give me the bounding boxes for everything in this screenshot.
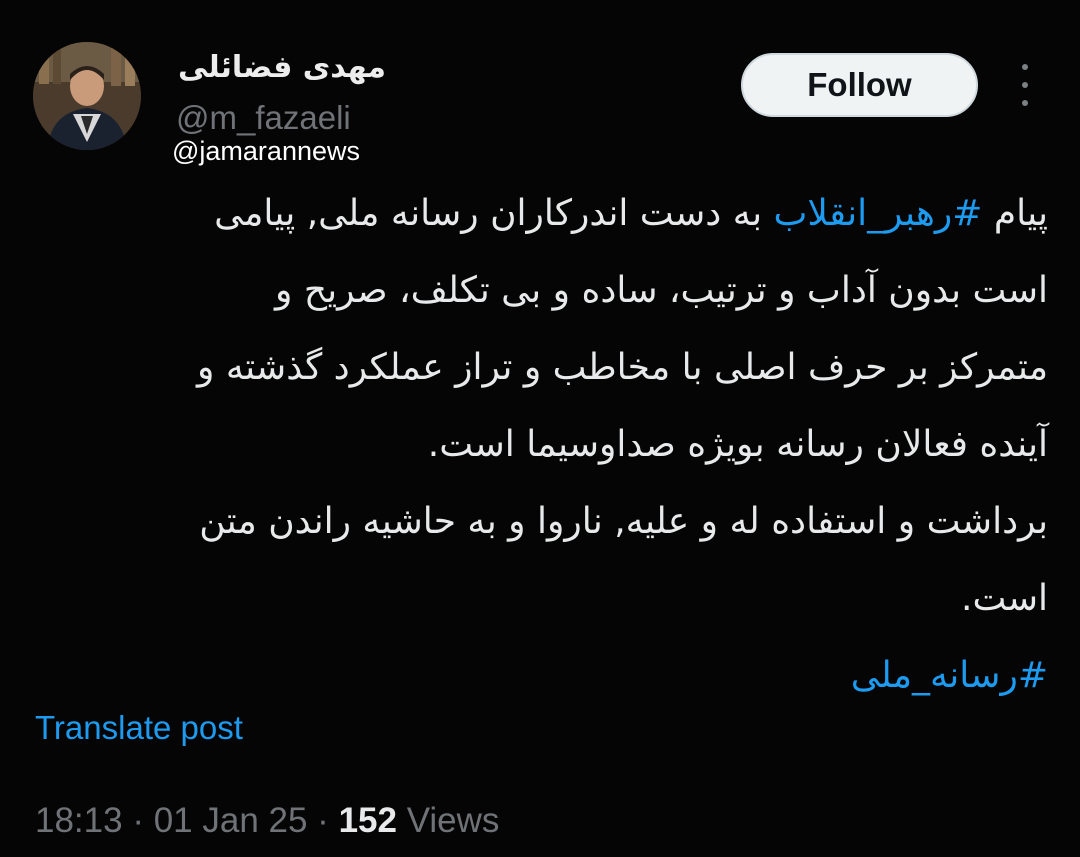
tweet-text: پیام #رهبر_انقلاب به دست اندرکاران رسانه… [30,175,1048,714]
views-label: Views [396,801,500,840]
tweet-line-6: است. [961,578,1048,619]
tweet-card: مهدی فضائلی @m_fazaeli @jamarannews Foll… [0,0,1080,857]
more-dot [1022,82,1028,88]
hashtag-link[interactable]: #رسانه_ملی [851,655,1048,696]
hashtag-link[interactable]: #رهبر_انقلاب [774,193,983,234]
tweet-text-segment: به دست اندرکاران رسانه ملی, پیامی [214,193,774,234]
more-dot [1022,100,1028,106]
tweet-time[interactable]: 18:13 [35,801,123,840]
tweet-meta: 18:13 · 01 Jan 25 · 152 Views [35,799,499,843]
tweet-line-5: برداشت و استفاده له و علیه, ناروا و به ح… [199,501,1048,542]
more-vertical-icon[interactable] [1013,64,1037,106]
author-avatar[interactable] [33,42,141,150]
views-count: 152 [338,801,397,840]
tweet-line-1: پیام #رهبر_انقلاب به دست اندرکاران رسانه… [30,175,1048,252]
tweet-line-4: آینده فعالان رسانه بویژه صداوسیما است. [427,424,1048,465]
tweet-date[interactable]: 01 Jan 25 [154,801,308,840]
tweet-line-7: #رسانه_ملی [30,637,1048,714]
avatar-photo [33,42,141,150]
follow-button[interactable]: Follow [741,53,978,117]
author-handle[interactable]: @m_fazaeli [176,98,351,138]
more-dot [1022,64,1028,70]
tweet-line-2: است بدون آداب و ترتیب، ساده و بی تکلف، ص… [275,270,1048,311]
meta-separator: · [122,801,154,840]
tweet-text-segment: پیام [982,193,1048,234]
watermark-text: @jamarannews [172,136,360,166]
meta-separator: · [307,801,339,840]
tweet-line-3: متمرکز بر حرف اصلی با مخاطب و تراز عملکر… [197,347,1048,388]
translate-post-link[interactable]: Translate post [35,708,243,748]
author-display-name[interactable]: مهدی فضائلی [176,48,386,88]
